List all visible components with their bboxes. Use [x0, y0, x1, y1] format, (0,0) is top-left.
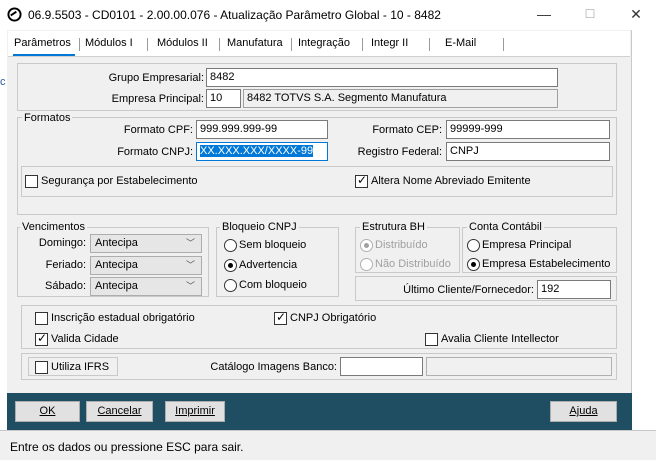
grupo-input[interactable]: 8482: [206, 68, 558, 87]
status-text: Entre os dados ou pressione ESC para sai…: [10, 440, 244, 454]
chevron-down-icon: ﹀: [185, 281, 195, 291]
cnpj-obrigatorio-label: CNPJ Obrigatório: [290, 312, 377, 324]
conta-title: Conta Contábil: [467, 221, 544, 233]
sabado-label: Sábado:: [45, 280, 86, 292]
avalia-label: Avalia Cliente Intellector: [441, 333, 559, 345]
chevron-down-icon: ﹀: [185, 260, 195, 270]
avalia-checkbox[interactable]: [425, 333, 438, 346]
ifrs-label: Utiliza IFRS: [51, 361, 110, 373]
sem-bloqueio-label: Sem bloqueio: [239, 239, 307, 251]
tab-separator: [219, 38, 220, 51]
inscricao-label: Inscrição estadual obrigatório: [51, 312, 195, 324]
minimize-button[interactable]: —: [528, 4, 560, 24]
advertencia-radio[interactable]: [224, 259, 237, 272]
empresa-estabelecimento-label: Empresa Estabelecimento: [482, 258, 611, 270]
nao-distribuido-label: Não Distribuído: [375, 258, 451, 270]
catalogo-label: Catálogo Imagens Banco:: [210, 361, 337, 373]
nao-distribuido-radio[interactable]: [360, 258, 373, 271]
distribuido-label: Distribuído: [375, 239, 428, 251]
tab-manufatura[interactable]: Manufatura: [227, 37, 283, 53]
empresa-label: Empresa Principal:: [111, 93, 204, 105]
sabado-value: Antecipa: [95, 280, 138, 292]
cnpj-input[interactable]: XX.XXX.XXX/XXXX-99: [196, 142, 328, 161]
seguranca-label: Segurança por Estabelecimento: [41, 175, 198, 187]
tab-modulos-i[interactable]: Módulos I: [85, 37, 133, 53]
tab-parametros[interactable]: Parâmetros: [14, 37, 71, 53]
empresa-estabelecimento-radio[interactable]: [467, 258, 480, 271]
window-title: 06.9.5503 - CD0101 - 2.00.00.076 - Atual…: [28, 8, 441, 22]
empresa-principal-label: Empresa Principal: [482, 239, 572, 251]
imprimir-button[interactable]: Imprimir: [165, 401, 225, 422]
formatos-title: Formatos: [22, 112, 73, 124]
tab-separator: [79, 38, 80, 51]
empresa-name-field: 8482 TOTVS S.A. Segmento Manufatura: [243, 89, 558, 108]
chevron-down-icon: ﹀: [185, 238, 195, 248]
com-bloqueio-label: Com bloqueio: [239, 279, 307, 291]
left-edge: [0, 30, 7, 430]
catalogo-description-field: [426, 357, 612, 376]
tab-separator: [147, 38, 148, 51]
tab-separator: [291, 38, 292, 51]
maximize-button[interactable]: ☐: [574, 4, 606, 24]
right-edge: [633, 30, 656, 430]
distribuido-radio[interactable]: [360, 239, 373, 252]
empresa-code-input[interactable]: 10: [206, 89, 241, 108]
grupo-label: Grupo Empresarial:: [108, 72, 204, 84]
ok-button[interactable]: OK: [15, 401, 80, 422]
estrutura-title: Estrutura BH: [360, 221, 427, 233]
tab-separator: [503, 38, 504, 51]
domingo-value: Antecipa: [95, 237, 138, 249]
domingo-select[interactable]: Antecipa ﹀: [90, 234, 202, 253]
ifrs-checkbox[interactable]: [35, 361, 48, 374]
cep-label: Formato CEP:: [372, 124, 442, 136]
sabado-select[interactable]: Antecipa ﹀: [90, 277, 202, 296]
altera-label: Altera Nome Abreviado Emitente: [371, 175, 531, 187]
tab-integr-ii[interactable]: Integr II: [371, 37, 408, 53]
imprimir-label: Imprimir: [175, 405, 215, 417]
registro-label: Registro Federal:: [357, 146, 442, 158]
cnpj-label: Formato CNPJ:: [117, 146, 193, 158]
tab-separator: [362, 38, 363, 51]
valida-cidade-label: Valida Cidade: [51, 333, 119, 345]
ajuda-button[interactable]: Ajuda: [550, 401, 617, 422]
cancelar-label: Cancelar: [97, 405, 142, 417]
ultimo-label: Último Cliente/Fornecedor:: [403, 284, 534, 296]
cpf-input[interactable]: 999.999.999-99: [196, 120, 328, 139]
feriado-value: Antecipa: [95, 259, 138, 271]
ok-label: OK: [39, 405, 56, 417]
domingo-label: Domingo:: [38, 237, 86, 249]
feriado-label: Feriado:: [45, 259, 86, 271]
inscricao-checkbox[interactable]: [35, 312, 48, 325]
com-bloqueio-radio[interactable]: [224, 279, 237, 292]
tab-email[interactable]: E-Mail: [445, 37, 476, 53]
tab-integracao[interactable]: Integração: [298, 37, 350, 53]
active-tab-indicator: [13, 54, 75, 56]
app-icon: [7, 7, 22, 22]
ultimo-input[interactable]: 192: [537, 280, 611, 299]
cancelar-button[interactable]: Cancelar: [86, 401, 153, 422]
altera-checkbox[interactable]: [355, 173, 368, 188]
empresa-principal-radio[interactable]: [467, 239, 480, 252]
catalogo-input[interactable]: [340, 357, 423, 376]
valida-cidade-checkbox[interactable]: [35, 331, 48, 346]
advertencia-label: Advertencia: [239, 259, 298, 271]
sem-bloqueio-radio[interactable]: [224, 239, 237, 252]
registro-input[interactable]: CNPJ: [446, 142, 610, 161]
tab-separator: [429, 38, 430, 51]
feriado-select[interactable]: Antecipa ﹀: [90, 256, 202, 275]
close-button[interactable]: ✕: [620, 4, 652, 24]
tab-modulos-ii[interactable]: Módulos II: [157, 37, 208, 53]
cnpj-obrigatorio-checkbox[interactable]: [274, 310, 287, 325]
cnpj-selected-text: XX.XXX.XXX/XXXX-99: [200, 145, 314, 157]
left-edge-fragment: c: [0, 76, 6, 88]
seguranca-checkbox[interactable]: [25, 175, 38, 188]
bloqueio-title: Bloqueio CNPJ: [220, 221, 299, 233]
ajuda-label: Ajuda: [569, 405, 598, 417]
vencimentos-title: Vencimentos: [20, 221, 87, 233]
cep-input[interactable]: 99999-999: [446, 120, 610, 139]
cpf-label: Formato CPF:: [123, 124, 193, 136]
